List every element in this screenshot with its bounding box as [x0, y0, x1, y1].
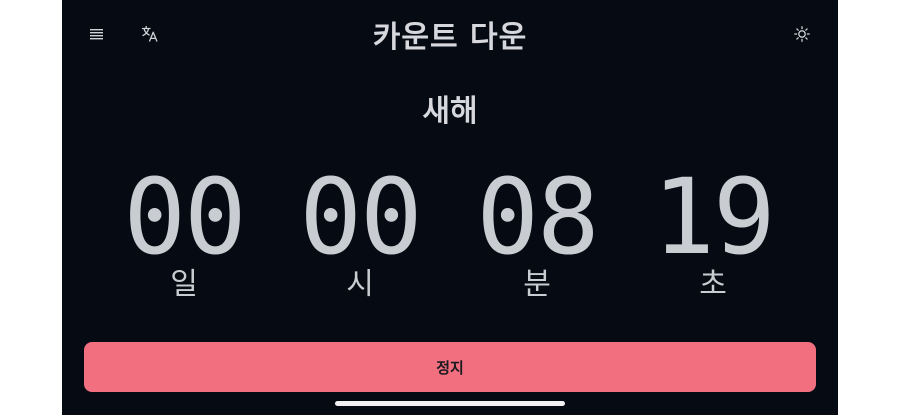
- countdown-seconds: 19 초: [633, 165, 793, 303]
- days-value: 00: [123, 156, 246, 278]
- sun-icon: [794, 26, 810, 42]
- countdown-days: 00 일: [104, 165, 264, 303]
- countdown-minutes: 08 분: [457, 165, 617, 303]
- home-indicator[interactable]: [335, 401, 565, 406]
- countdown-hours: 00 시: [280, 165, 440, 303]
- minutes-value: 08: [476, 156, 599, 278]
- app-screen: 카운트 다운 새해 00 일 00 시 08 분 19 초 정지: [62, 0, 838, 415]
- seconds-value: 19: [652, 156, 775, 278]
- hours-value: 00: [299, 156, 422, 278]
- stop-button[interactable]: 정지: [84, 342, 816, 392]
- theme-toggle-button[interactable]: [790, 22, 814, 46]
- event-name: 새해: [422, 94, 478, 129]
- app-title: 카운트 다운: [372, 20, 528, 55]
